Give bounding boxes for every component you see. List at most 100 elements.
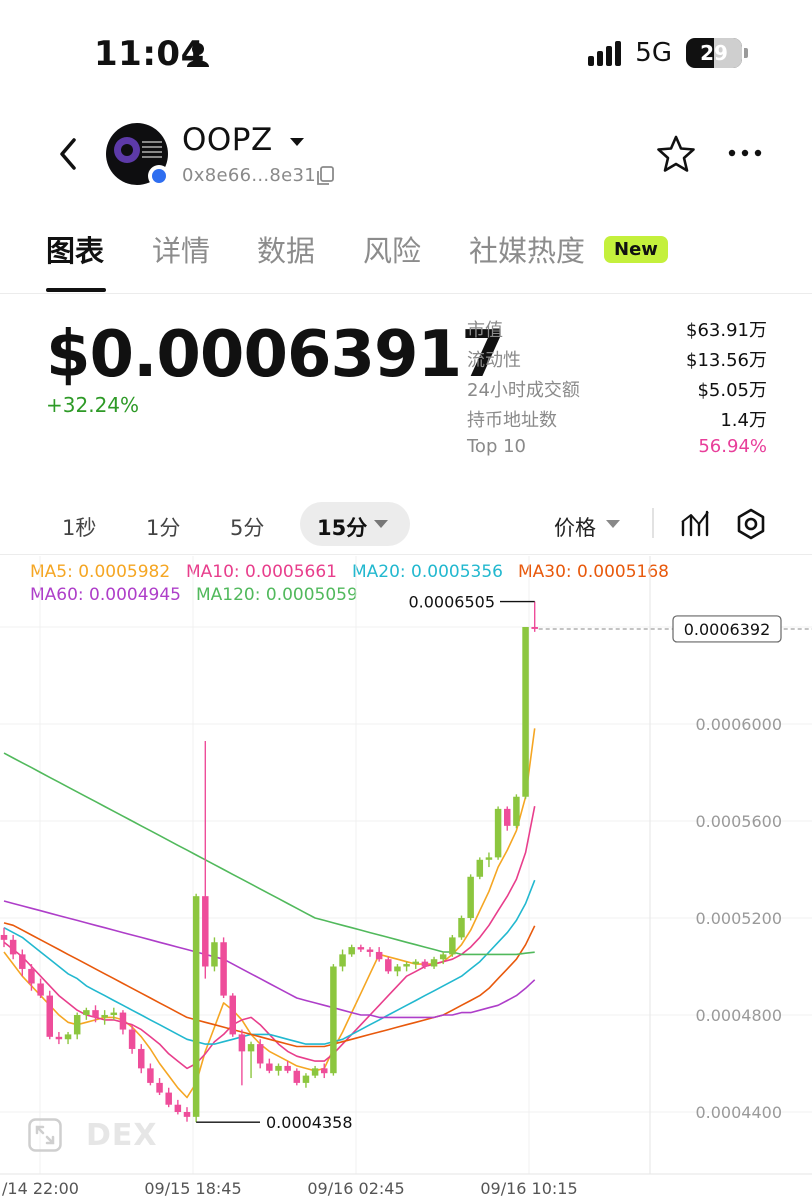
candle-body [385, 959, 392, 972]
candle-body [211, 942, 218, 967]
candle-body [403, 964, 410, 967]
favorite-star-icon[interactable] [656, 134, 696, 174]
high-marker-label: 0.0006505 [408, 593, 495, 612]
candle-body [357, 947, 365, 950]
token-address: 0x8e66...8e31 [182, 165, 317, 186]
indicator-icon[interactable] [680, 508, 710, 538]
tab-risk[interactable]: 风险 [363, 228, 421, 270]
candle-body [0, 934, 8, 940]
candle-body [366, 949, 374, 952]
price-type-selector[interactable]: 价格 [554, 512, 596, 542]
candle-body [9, 939, 17, 955]
stat-value: 1.4万 [720, 410, 767, 431]
candle-body [73, 1015, 81, 1035]
stat-value: $13.56万 [686, 350, 767, 371]
token-dropdown-icon[interactable] [290, 138, 304, 146]
candle-body [183, 1112, 191, 1117]
timeframe-5m[interactable]: 5分 [230, 512, 264, 542]
candle-body [256, 1044, 264, 1064]
more-options-icon[interactable] [728, 148, 762, 158]
stat-top10: Top 10 56.94% [467, 436, 767, 462]
candle-body [513, 796, 520, 826]
candle-body [92, 1010, 99, 1018]
y-tick-label: 0.0005600 [695, 812, 782, 831]
candle-body [266, 1063, 273, 1071]
candle-body [46, 995, 53, 1037]
candle-body [504, 808, 511, 826]
candle-body [83, 1010, 90, 1015]
candle-body [476, 859, 484, 877]
tab-social[interactable]: 社媒热度 [469, 228, 585, 270]
candle-body [284, 1065, 291, 1071]
stat-value: $5.05万 [697, 380, 767, 401]
divider [652, 508, 654, 538]
candle-body [28, 968, 35, 984]
tab-data[interactable]: 数据 [257, 228, 315, 270]
candle-body [348, 947, 355, 955]
tab-chart[interactable]: 图表 [46, 228, 104, 270]
candle-body [412, 961, 419, 965]
candle-body [485, 857, 493, 860]
candle-body [220, 942, 227, 996]
person-icon [187, 43, 209, 67]
candle-body [119, 1012, 127, 1030]
timeframe-1s[interactable]: 1秒 [62, 512, 96, 542]
candle-body [128, 1029, 136, 1049]
timeframe-1m[interactable]: 1分 [146, 512, 180, 542]
candlestick-chart[interactable]: 0.00064000.00060000.00056000.00052000.00… [0, 556, 812, 1200]
settings-icon[interactable] [736, 508, 766, 540]
candle-body [101, 1015, 108, 1018]
price-change: +32.24% [46, 393, 140, 417]
y-tick-label: 0.0006000 [695, 715, 782, 734]
battery-level: 29 [700, 41, 728, 65]
stat-label: 24小时成交额 [467, 380, 580, 401]
candle-body [421, 961, 429, 967]
stat-liquidity: 流动性 $13.56万 [467, 346, 767, 372]
candle-body [458, 918, 465, 938]
candle-body [494, 808, 502, 858]
candle-body [37, 983, 44, 996]
fullscreen-icon[interactable] [28, 1118, 62, 1152]
timeframe-15m[interactable]: 15分 [317, 512, 367, 542]
candle-body [522, 627, 529, 797]
candle-body [311, 1068, 319, 1076]
chevron-down-icon[interactable] [606, 520, 620, 528]
divider [0, 554, 812, 555]
candle-body [156, 1082, 163, 1093]
candle-body [439, 954, 447, 960]
x-tick-label: 09/15 18:45 [144, 1179, 241, 1198]
candle-body [449, 937, 456, 955]
signal-icon [588, 40, 622, 66]
candle-body [531, 627, 538, 629]
candle-body [110, 1012, 118, 1015]
candle-body [55, 1036, 63, 1040]
copy-icon[interactable] [316, 166, 334, 186]
candle-body [467, 876, 474, 918]
x-tick-label: /14 22:00 [2, 1179, 79, 1198]
candle-body [238, 1034, 246, 1052]
ma120-line [3, 752, 535, 956]
candle-body [330, 966, 337, 1074]
stat-value: 56.94% [698, 436, 767, 457]
tab-details[interactable]: 详情 [152, 228, 210, 270]
chevron-down-icon[interactable] [374, 520, 388, 528]
active-tab-indicator [46, 288, 106, 292]
candle-body [375, 951, 383, 960]
dex-watermark: DEX [86, 1118, 158, 1153]
current-price-label: 0.0006392 [684, 620, 771, 639]
back-icon[interactable] [54, 136, 84, 172]
candle-body [192, 896, 200, 1117]
x-tick-label: 09/16 10:15 [480, 1179, 577, 1198]
candle-body [339, 954, 346, 967]
new-badge: New [604, 236, 668, 263]
candle-body [202, 896, 209, 967]
candle-body [19, 954, 26, 969]
token-name[interactable]: OOPZ [182, 122, 273, 158]
candle-body [247, 1044, 255, 1052]
candle-body [229, 995, 236, 1035]
stat-volume: 24小时成交额 $5.05万 [467, 376, 767, 402]
candle-body [165, 1092, 172, 1105]
stat-label: 流动性 [467, 350, 521, 371]
y-tick-label: 0.0005200 [695, 909, 782, 928]
divider [0, 293, 812, 294]
